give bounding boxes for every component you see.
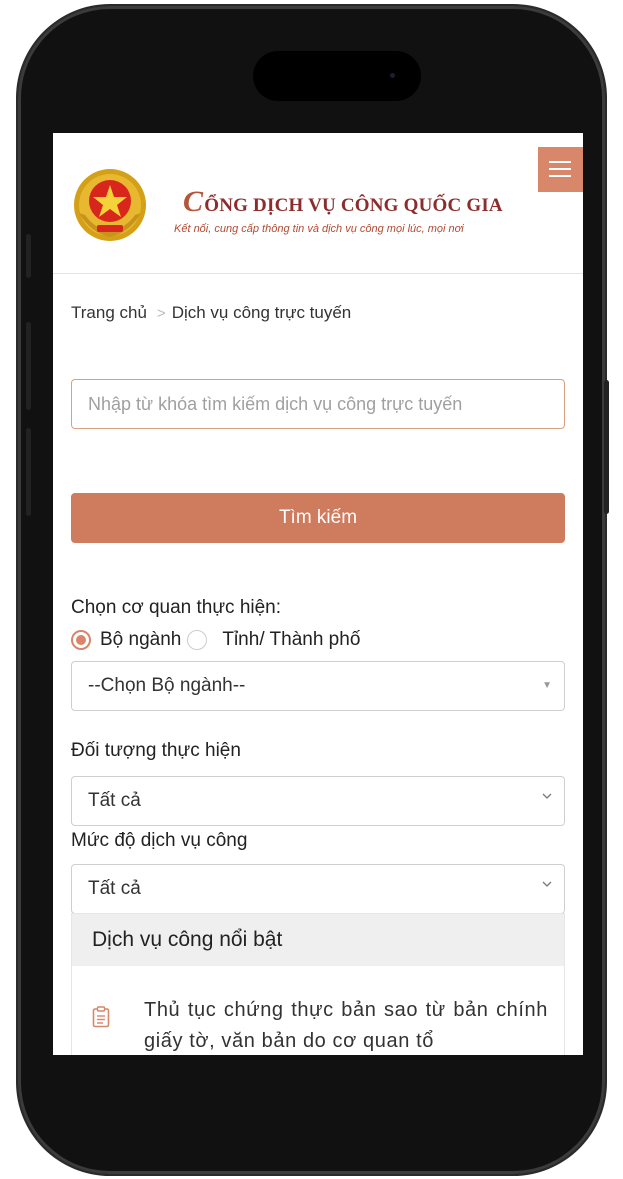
agency-label: Chọn cơ quan thực hiện: — [71, 597, 282, 618]
breadcrumb-separator: > — [156, 305, 166, 322]
radio-bo-nganh[interactable] — [71, 630, 91, 650]
agency-radio-group: Bộ ngành Tỉnh/ Thành phố — [71, 627, 360, 653]
featured-services-heading: Dịch vụ công nổi bật — [72, 914, 564, 966]
side-button-power — [604, 380, 609, 514]
chevron-down-icon — [542, 793, 552, 799]
national-emblem-icon[interactable] — [71, 167, 149, 243]
site-title: CỔNG DỊCH VỤ CÔNG QUỐC GIA — [183, 185, 503, 219]
level-select-value: Tất cả — [88, 878, 141, 899]
ministry-select[interactable]: --Chọn Bộ ngành-- ▼ — [71, 661, 565, 711]
hamburger-menu-icon[interactable] — [538, 147, 583, 192]
featured-services-panel: Dịch vụ công nổi bật Thủ tục chứng thực … — [71, 913, 565, 1055]
radio-tinh-thanh-pho-label[interactable]: Tỉnh/ Thành phố — [222, 629, 360, 651]
caret-down-icon: ▼ — [542, 680, 552, 691]
side-button-volume-down — [26, 428, 31, 516]
side-button-action — [26, 234, 31, 278]
breadcrumb-current: Dịch vụ công trực tuyến — [171, 303, 352, 322]
site-title-text: ỔNG DỊCH VỤ CÔNG QUỐC GIA — [204, 195, 503, 216]
radio-tinh-thanh-pho[interactable] — [187, 630, 208, 650]
breadcrumb-home-link[interactable]: Trang chủ — [71, 303, 147, 322]
featured-service-link[interactable]: Thủ tục chứng thực bản sao từ bản chính … — [144, 995, 548, 1055]
search-button[interactable]: Tìm kiếm — [71, 493, 565, 543]
ministry-select-value: --Chọn Bộ ngành-- — [88, 675, 246, 696]
screen: CỔNG DỊCH VỤ CÔNG QUỐC GIA Kết nối, cung… — [53, 133, 583, 1055]
dynamic-island — [253, 51, 421, 101]
subject-select-value: Tất cả — [88, 790, 141, 811]
search-input[interactable] — [71, 379, 565, 429]
subject-label: Đối tượng thực hiện — [71, 740, 241, 761]
site-header: CỔNG DỊCH VỤ CÔNG QUỐC GIA Kết nối, cung… — [53, 133, 583, 274]
level-label: Mức độ dịch vụ công — [71, 830, 248, 851]
site-subtitle: Kết nối, cung cấp thông tin và dịch vụ c… — [174, 223, 464, 235]
side-button-volume-up — [26, 322, 31, 410]
level-select[interactable]: Tất cả — [71, 864, 565, 914]
breadcrumb: Trang chủ > Dịch vụ công trực tuyến — [71, 303, 351, 323]
radio-bo-nganh-label[interactable]: Bộ ngành — [100, 629, 181, 651]
camera-icon — [390, 73, 395, 78]
chevron-down-icon — [542, 881, 552, 887]
document-icon — [92, 1006, 110, 1028]
site-title-initial: C — [183, 185, 204, 218]
subject-select[interactable]: Tất cả — [71, 776, 565, 826]
